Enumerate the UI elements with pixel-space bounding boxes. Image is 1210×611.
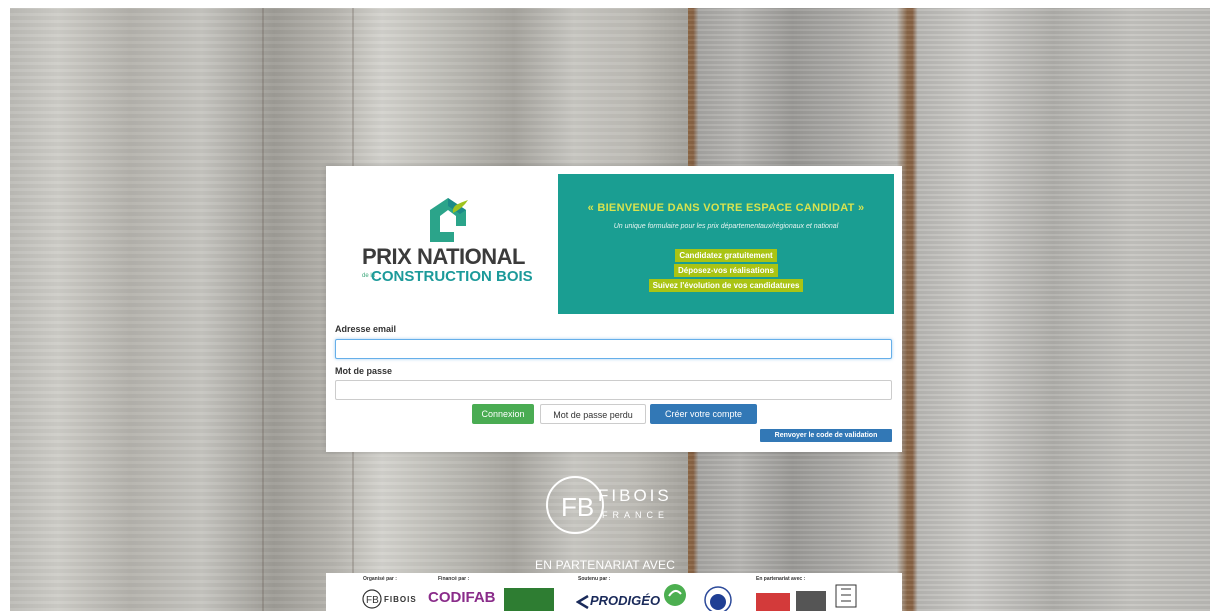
architects-logo-icon [756, 593, 790, 611]
create-account-button[interactable]: Créer votre compte [650, 404, 757, 424]
plank-divider [262, 8, 264, 611]
fibois-small-logo-icon: FB [362, 589, 382, 609]
fibois-logo: FB FIBOIS FRANCE [546, 476, 672, 534]
resend-code-button[interactable]: Renvoyer le code de validation [760, 429, 892, 442]
password-label: Mot de passe [335, 366, 393, 376]
sponsor-codifab: CODIFAB [428, 589, 496, 606]
feature-pill: Suivez l'évolution de vos candidatures [648, 279, 804, 292]
svg-text:FB: FB [366, 595, 379, 606]
partner-title: EN PARTENARIAT AVEC [535, 558, 676, 572]
fibois-name: FIBOIS [598, 486, 672, 505]
welcome-banner: « BIENVENUE DANS VOTRE ESPACE CANDIDAT »… [558, 174, 894, 314]
feature-list: Candidatez gratuitement Déposez-vos réal… [558, 249, 894, 292]
sponsors-strip: Organisé par : Financé par : Soutenu par… [326, 573, 902, 611]
logo-prefix: de la [362, 273, 376, 279]
forgot-password-button[interactable]: Mot de passe perdu [540, 404, 646, 424]
welcome-title: « BIENVENUE DANS VOTRE ESPACE CANDIDAT » [587, 202, 865, 214]
round-seal-icon [704, 586, 732, 611]
password-field[interactable] [335, 380, 892, 400]
login-button[interactable]: Connexion [472, 404, 534, 424]
fibois-country: FRANCE [602, 510, 669, 520]
prodigeo-chevron-icon [576, 595, 589, 609]
sponsor-caption: En partenariat avec : [756, 576, 806, 582]
page: PRIX NATIONAL de la CONSTRUCTION BOIS « … [0, 0, 1210, 611]
fibois-fb-letters: FB [561, 492, 594, 522]
ministry-logo-icon [504, 588, 554, 611]
partner-mark-icon [835, 584, 857, 608]
card-header: PRIX NATIONAL de la CONSTRUCTION BOIS « … [334, 174, 894, 314]
feature-pill: Candidatez gratuitement [675, 249, 777, 262]
logo-subtitle: CONSTRUCTION BOIS [371, 268, 533, 285]
sponsor-prodigeo: PRODIGÉO [590, 593, 661, 608]
partner-logo-icon [796, 591, 826, 611]
sponsor-caption: Organisé par : [363, 576, 397, 582]
login-card: PRIX NATIONAL de la CONSTRUCTION BOIS « … [326, 166, 902, 452]
recycle-logo-icon [664, 584, 686, 606]
logo-subtitle-wrap: de la CONSTRUCTION BOIS [362, 268, 533, 285]
house-logo-icon [430, 198, 468, 242]
sponsor-fibois: FIBOIS [384, 595, 417, 604]
email-field[interactable] [335, 339, 892, 359]
welcome-description: Un unique formulaire pour les prix dépar… [613, 223, 839, 230]
feature-pill: Déposez-vos réalisations [673, 264, 779, 277]
sponsor-caption: Financé par : [438, 576, 470, 582]
logo-title: PRIX NATIONAL [362, 244, 525, 269]
sponsor-caption: Soutenu par : [578, 576, 611, 582]
prix-national-logo: PRIX NATIONAL de la CONSTRUCTION BOIS [334, 174, 558, 314]
email-label: Adresse email [335, 324, 397, 334]
